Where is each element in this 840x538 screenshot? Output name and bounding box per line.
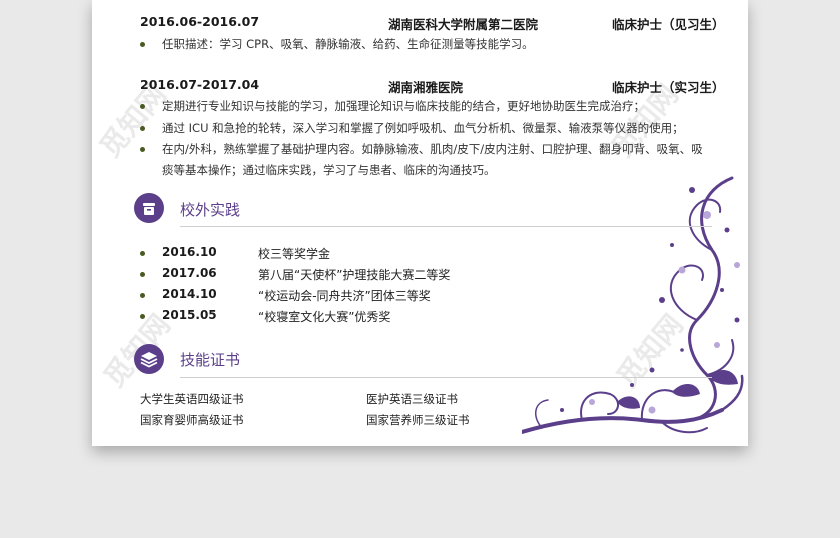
briefcase-icon [143, 203, 155, 215]
bullet-dot [140, 104, 145, 109]
activity-text: “校运动会-同舟共济”团体三等奖 [258, 289, 431, 303]
bullet-dot [140, 293, 145, 298]
bullet-dot [140, 147, 145, 152]
activity-text: 校三等奖学金 [258, 247, 331, 261]
bullet-dot [140, 126, 145, 131]
activity-date: 2017.06 [162, 266, 217, 280]
job-organization: 湖南湘雅医院 [388, 80, 464, 95]
bullet-dot [140, 251, 145, 256]
activity-text: “校寝室文化大赛”优秀奖 [258, 310, 391, 324]
certificate-item: 国家育婴师高级证书 [140, 413, 244, 427]
skills-section-icon [134, 344, 164, 374]
activity-date: 2015.05 [162, 308, 217, 322]
job-description: 任职描述：学习 CPR、吸氧、静脉输液、给药、生命征测量等技能学习。 [162, 37, 534, 51]
list-item: 在内/外科，熟练掌握了基础护理内容。如静脉输液、肌肉/皮下/皮内注射、口腔护理、… [92, 141, 748, 159]
list-item: 2015.05 “校寝室文化大赛”优秀奖 [92, 308, 748, 326]
activity-date: 2016.10 [162, 245, 217, 259]
section-title: 校外实践 [180, 201, 241, 219]
list-item: 任职描述：学习 CPR、吸氧、静脉输液、给药、生命征测量等技能学习。 [92, 36, 748, 54]
bullet-dot [140, 272, 145, 277]
list-item: 2014.10 “校运动会-同舟共济”团体三等奖 [92, 287, 748, 305]
bullet-dot [140, 42, 145, 47]
layers-icon [140, 352, 158, 368]
certificate-item: 医护英语三级证书 [366, 392, 458, 406]
bullet-dot [140, 314, 145, 319]
job-role: 临床护士（见习生） [612, 17, 725, 32]
activity-text: 第八届“天使杯”护理技能大赛二等奖 [258, 268, 451, 282]
job-description: 痰等基本操作；通过临床实践，学习了与患者、临床的沟通技巧。 [162, 163, 496, 177]
section-divider [180, 377, 712, 378]
job-header: 2016.06-2016.07 湖南医科大学附属第二医院 临床护士（见习生） [92, 14, 748, 32]
list-item: 2016.10 校三等奖学金 [92, 245, 748, 263]
job-role: 临床护士（实习生） [612, 80, 725, 95]
job-description: 通过 ICU 和急抢的轮转，深入学习和掌握了例如呼吸机、血气分析机、微量泵、输液… [162, 121, 684, 135]
job-date: 2016.06-2016.07 [140, 14, 260, 29]
list-item-continuation: 痰等基本操作；通过临床实践，学习了与患者、临床的沟通技巧。 [92, 162, 748, 180]
activity-date: 2014.10 [162, 287, 217, 301]
list-item: 定期进行专业知识与技能的学习，加强理论知识与临床技能的结合，更好地协助医生完成治… [92, 98, 748, 116]
certificate-item: 国家营养师三级证书 [366, 413, 470, 427]
list-item: 通过 ICU 和急抢的轮转，深入学习和掌握了例如呼吸机、血气分析机、微量泵、输液… [92, 120, 748, 138]
resume-sheet: 觅知网 觅知网 觅知网 觅知网 [92, 0, 748, 446]
job-organization: 湖南医科大学附属第二医院 [388, 17, 539, 32]
section-divider [180, 226, 712, 227]
certificate-item: 大学生英语四级证书 [140, 392, 244, 406]
job-header: 2016.07-2017.04 湖南湘雅医院 临床护士（实习生） [92, 77, 748, 95]
job-description: 定期进行专业知识与技能的学习，加强理论知识与临床技能的结合，更好地协助医生完成治… [162, 99, 645, 113]
job-date: 2016.07-2017.04 [140, 77, 260, 92]
section-title: 技能证书 [180, 351, 241, 369]
job-description: 在内/外科，熟练掌握了基础护理内容。如静脉输液、肌肉/皮下/皮内注射、口腔护理、… [162, 142, 703, 156]
practice-section-icon [134, 193, 164, 223]
list-item: 2017.06 第八届“天使杯”护理技能大赛二等奖 [92, 266, 748, 284]
